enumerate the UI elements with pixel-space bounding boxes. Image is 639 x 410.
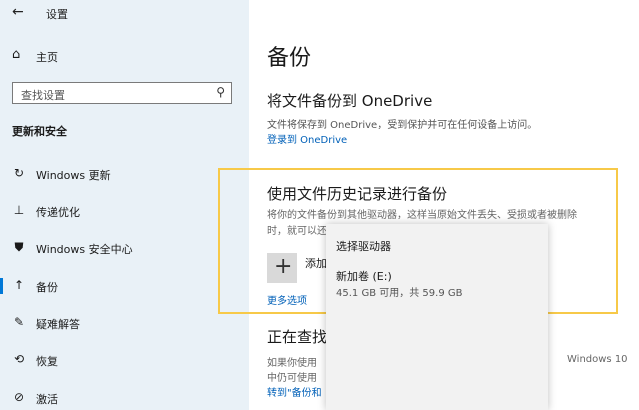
- search-icon[interactable]: ⚲: [216, 85, 225, 99]
- selection-indicator: [0, 278, 3, 294]
- delivery-optimization-icon: ⊥: [13, 203, 25, 217]
- current-backup-description-end: Windows 10: [567, 354, 628, 365]
- sidebar-item-activation[interactable]: ⊘ 激活: [0, 386, 249, 410]
- activation-icon: ⊘: [13, 390, 25, 404]
- sidebar-item-label: Windows 安全中心: [36, 243, 133, 256]
- current-backup-description-start: 如果你使用: [267, 358, 317, 369]
- sidebar-item-recovery[interactable]: ⟲ 恢复: [0, 348, 249, 372]
- sidebar-item-home[interactable]: ⌂ 主页: [12, 47, 242, 67]
- sidebar-item-windows-update[interactable]: ↻ Windows 更新: [0, 162, 249, 186]
- onedrive-signin-link[interactable]: 登录到 OneDrive: [267, 131, 347, 146]
- wrench-icon: ✎: [13, 315, 25, 329]
- sidebar-item-label: 备份: [36, 281, 58, 294]
- recovery-icon: ⟲: [13, 352, 25, 366]
- select-drive-popup: 选择驱动器 新加卷 (E:) 45.1 GB 可用，共 59.9 GB: [326, 224, 548, 410]
- drive-free-space: 45.1 GB 可用，共 59.9 GB: [336, 288, 463, 299]
- popup-title: 选择驱动器: [336, 240, 391, 253]
- onedrive-description: 文件将保存到 OneDrive，受到保护并可在任何设备上访问。: [267, 120, 538, 131]
- search-placeholder: 查找设置: [21, 89, 65, 102]
- app-title: 设置: [46, 8, 68, 21]
- sync-icon: ↻: [13, 166, 25, 180]
- go-to-backup-link[interactable]: 转到"备份和: [267, 384, 322, 399]
- sidebar-item-label: 疑难解答: [36, 318, 80, 331]
- home-icon: ⌂: [12, 47, 21, 62]
- sidebar-item-label: 传递优化: [36, 206, 80, 219]
- drive-name[interactable]: 新加卷 (E:): [336, 268, 392, 284]
- sidebar: ← 设置 ⌂ 主页 查找设置 ⚲ 更新和安全 ↻ Windows 更新 ⊥ 传递…: [0, 0, 249, 410]
- backup-arrow-icon: ↑: [13, 278, 25, 292]
- sidebar-item-label: 恢复: [36, 355, 58, 368]
- section-heading: 更新和安全: [12, 125, 67, 138]
- shield-icon: ⛊: [14, 240, 24, 254]
- sidebar-item-label: 激活: [36, 393, 58, 406]
- onedrive-heading: 将文件备份到 OneDrive: [267, 92, 433, 110]
- sidebar-item-delivery-optimization[interactable]: ⊥ 传递优化: [0, 199, 249, 223]
- page-title: 备份: [267, 46, 312, 71]
- back-arrow-icon[interactable]: ←: [12, 4, 24, 20]
- sidebar-item-label: 主页: [36, 51, 58, 64]
- sidebar-item-backup[interactable]: ↑ 备份: [0, 274, 249, 298]
- title-bar: ← 设置: [0, 0, 249, 26]
- sidebar-item-windows-security[interactable]: ⛊ Windows 安全中心: [0, 236, 249, 260]
- search-input[interactable]: 查找设置 ⚲: [12, 82, 232, 104]
- sidebar-item-troubleshoot[interactable]: ✎ 疑难解答: [0, 311, 249, 335]
- current-backup-heading: 正在查找: [267, 328, 328, 346]
- sidebar-item-label: Windows 更新: [36, 169, 111, 182]
